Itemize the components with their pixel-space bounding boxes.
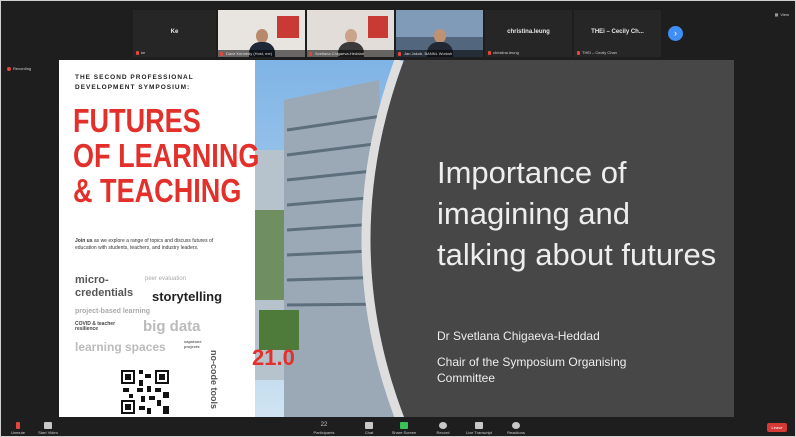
participant-video-tile[interactable]: Jan Jakob, BANNL Worksh xyxy=(396,10,483,57)
mute-button[interactable]: Unmute xyxy=(3,422,33,435)
poster-pretitle: THE SECOND PROFESSIONAL DEVELOPMENT SYMP… xyxy=(75,74,194,91)
participants-button[interactable]: 22 Participants xyxy=(309,422,339,435)
participant-label: christina.leung xyxy=(488,50,519,55)
participant-video-tile[interactable]: Svetlana Chigaeva-Heddad xyxy=(307,10,394,57)
symposium-poster: THE SECOND PROFESSIONAL DEVELOPMENT SYMP… xyxy=(59,60,449,417)
participant-label: THEi – Cecily Chan xyxy=(577,50,617,55)
word-peer: peer evaluation xyxy=(145,276,187,282)
word-bigdata: big data xyxy=(143,318,201,335)
poster-background xyxy=(368,16,388,38)
word-credentials: credentials xyxy=(75,287,134,299)
meeting-toolbar: Unmute Start Video 22 Participants Chat S… xyxy=(1,417,795,436)
word-capstone: capstone projects xyxy=(184,339,202,349)
word-micro: micro- xyxy=(75,274,109,286)
participant-name: Ke xyxy=(170,29,179,35)
video-button[interactable]: Start Video xyxy=(33,422,63,435)
participant-tile[interactable]: Ke ke xyxy=(133,10,216,57)
live-transcript-button[interactable]: Live Transcript xyxy=(464,422,494,435)
mic-muted-icon xyxy=(220,51,223,56)
view-button[interactable]: ▦ View xyxy=(775,12,789,17)
mic-icon xyxy=(16,422,20,429)
record-button[interactable]: Record xyxy=(428,422,458,435)
mic-muted-icon xyxy=(136,50,139,55)
mic-muted-icon xyxy=(577,50,580,55)
slide-presenter: Dr Svetlana Chigaeva-Heddad xyxy=(437,329,600,343)
participant-name: THEi – Cecily Ch... xyxy=(591,29,644,35)
shared-screen-slide: THE SECOND PROFESSIONAL DEVELOPMENT SYMP… xyxy=(59,60,734,417)
mic-muted-icon xyxy=(488,50,491,55)
share-screen-button[interactable]: Share Screen xyxy=(389,422,419,435)
word-project: project-based learning xyxy=(75,308,151,315)
leave-button[interactable]: Leave xyxy=(767,423,787,432)
poster-background xyxy=(277,16,299,38)
participant-name: christina.leung xyxy=(507,29,550,35)
reaction-icon xyxy=(512,422,520,429)
participant-tile[interactable]: christina.leung christina.leung xyxy=(485,10,572,57)
mic-muted-icon xyxy=(309,51,312,56)
participant-nameplate: Dave Kennedy (Host, me) xyxy=(218,50,305,57)
recording-indicator[interactable]: Recording xyxy=(7,66,31,71)
share-icon xyxy=(400,422,408,429)
cc-icon xyxy=(475,422,483,429)
slide-role: Chair of the Symposium Organising Commit… xyxy=(437,355,627,385)
record-icon xyxy=(439,422,447,429)
camera-icon xyxy=(44,422,52,429)
word-spaces: learning spaces xyxy=(75,340,166,354)
participant-label: ke xyxy=(136,50,145,55)
grid-icon: ▦ xyxy=(774,12,779,17)
participant-video-tile[interactable]: Dave Kennedy (Host, me) xyxy=(218,10,305,57)
event-date: 21.0 xyxy=(252,345,295,370)
word-covid: COVID & teacher resilience xyxy=(75,321,116,332)
word-storytelling: storytelling xyxy=(152,289,223,304)
mic-muted-icon xyxy=(398,51,401,56)
reactions-button[interactable]: Reactions xyxy=(501,422,531,435)
slide-title: Importance of imagining and talking abou… xyxy=(437,155,717,272)
participant-nameplate: Jan Jakob, BANNL Worksh xyxy=(396,50,483,57)
people-icon: 22 xyxy=(320,422,328,428)
participant-tile[interactable]: THEi – Cecily Ch... THEi – Cecily Chan xyxy=(574,10,661,57)
qr-code[interactable] xyxy=(119,368,171,416)
participant-nameplate: Svetlana Chigaeva-Heddad xyxy=(307,50,394,57)
zoom-meeting-window: Ke ke Dave Kennedy (Host, me) Svetlana C… xyxy=(0,0,796,437)
chat-button[interactable]: Chat xyxy=(354,422,384,435)
record-dot-icon xyxy=(7,66,11,71)
next-page-arrow-icon[interactable]: › xyxy=(668,26,683,41)
word-nocode: no-code tools xyxy=(209,350,219,409)
poster-title: FUTURES OF LEARNING & TEACHING xyxy=(73,102,260,209)
chat-icon xyxy=(365,422,373,429)
poster-intro: Join us as we explore a range of topics … xyxy=(75,238,214,251)
